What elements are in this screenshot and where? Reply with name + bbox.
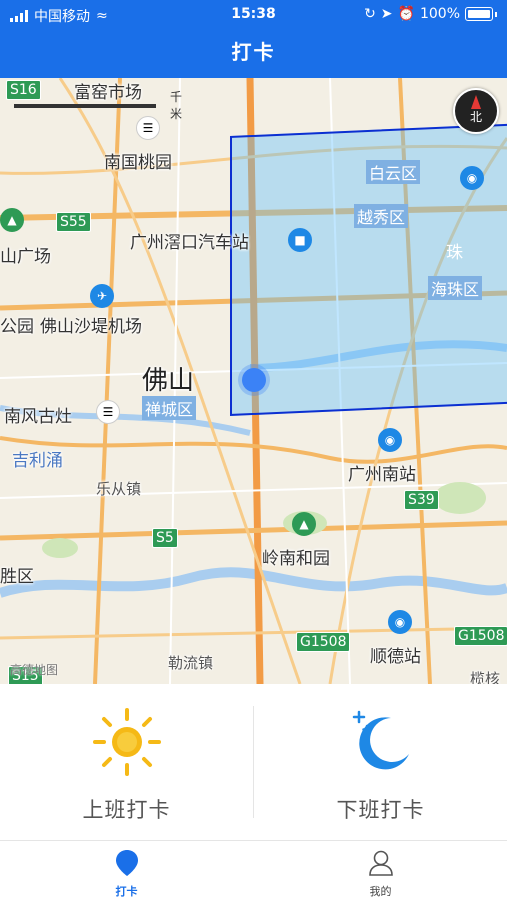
map-label-nanguo: 南国桃园 <box>104 153 172 173</box>
map-label-market: 富窑市场 <box>74 83 142 103</box>
scale-unit: 千米 <box>170 90 183 121</box>
bus-station-icon: ■ <box>288 228 312 252</box>
map-view[interactable]: 0 千米 北 S16 S55 S5 S39 G1508 G1508 S15 ☰ … <box>0 78 507 684</box>
map-label-foshan: 佛山 <box>142 366 195 396</box>
map-label-lecong: 乐从镇 <box>96 480 142 498</box>
map-label-shengqu: 胜区 <box>0 567 34 587</box>
tab-punch-label: 打卡 <box>115 885 138 898</box>
battery-percent: 100% <box>419 6 460 22</box>
status-right: ↻ ➤ ⏰ 100% <box>364 6 497 22</box>
map-label-airport: 佛山沙堤机场 <box>40 317 142 337</box>
map-label-yuexiu: 越秀区 <box>354 204 409 228</box>
battery-cap <box>495 11 497 17</box>
tab-mine-label: 我的 <box>369 885 392 898</box>
on-duty-punch-button[interactable]: 上班打卡 <box>0 684 253 840</box>
alarm-icon: ⏰ <box>397 6 415 22</box>
road-badge-s16: S16 <box>6 80 41 100</box>
off-duty-label: 下班打卡 <box>336 798 425 822</box>
compass-north-label: 北 <box>469 110 482 124</box>
map-label-bus-station: 广州滘口汽车站 <box>130 233 249 253</box>
map-watermark: 高德地图 <box>10 663 59 677</box>
map-label-lingnan: 岭南和园 <box>262 549 330 569</box>
market-icon: ☰ <box>136 116 160 140</box>
map-label-leliu: 勒流镇 <box>168 654 214 672</box>
compass-icon[interactable]: 北 <box>453 88 499 134</box>
baiyun-station-icon: ◉ <box>460 166 484 190</box>
tab-bar: 打卡 我的 <box>0 840 507 901</box>
road-badge-g1508-east: G1508 <box>454 626 507 646</box>
shunde-station-icon: ◉ <box>388 610 412 634</box>
battery-icon <box>465 7 493 21</box>
sun-icon <box>92 708 161 776</box>
nav-bar: 打卡 <box>0 30 507 78</box>
on-duty-label: 上班打卡 <box>82 798 171 822</box>
map-label-gz-south: 广州南站 <box>348 465 416 485</box>
map-label-haizhu: 海珠区 <box>428 276 483 300</box>
current-location-marker <box>242 368 266 392</box>
road-badge-g1508: G1508 <box>296 632 351 652</box>
road-badge-s39: S39 <box>404 490 439 510</box>
map-label-baiyun: 白云区 <box>366 160 421 184</box>
scale-line <box>14 104 156 108</box>
road-badge-s5: S5 <box>152 528 178 548</box>
map-label-guangchang: 山广场 <box>0 247 51 267</box>
airport-icon: ✈ <box>90 284 114 308</box>
map-label-lianghe: 榄核 <box>470 670 501 684</box>
punch-panel: 上班打卡 下班打卡 <box>0 684 507 840</box>
user-icon <box>368 850 393 876</box>
road-badge-s55: S55 <box>56 212 91 232</box>
off-duty-punch-button[interactable]: 下班打卡 <box>254 684 507 840</box>
heritage-icon: ☰ <box>96 400 120 424</box>
map-label-gongyuan: 公园 <box>0 317 34 337</box>
status-bar: 中国移动 ≈ 15:38 ↻ ➤ ⏰ 100% <box>0 0 507 30</box>
map-label-zhujiang: 珠 <box>446 243 463 263</box>
park-icon: ▲ <box>0 208 24 232</box>
tab-punch[interactable]: 打卡 <box>0 841 253 901</box>
garden-icon: ▲ <box>292 512 316 536</box>
map-label-nanfeng: 南风古灶 <box>4 407 72 427</box>
train-station-icon: ◉ <box>378 428 402 452</box>
moon-icon <box>352 710 409 770</box>
location-pin-icon <box>115 850 138 876</box>
map-label-shunde: 顺德站 <box>370 647 421 667</box>
page-title: 打卡 <box>231 40 276 64</box>
location-arrow-icon: ➤ <box>380 6 393 22</box>
map-label-jilichong: 吉利涌 <box>12 451 63 471</box>
orientation-lock-icon: ↻ <box>364 6 376 22</box>
tab-mine[interactable]: 我的 <box>254 841 507 901</box>
map-label-chancheng: 禅城区 <box>142 396 197 420</box>
